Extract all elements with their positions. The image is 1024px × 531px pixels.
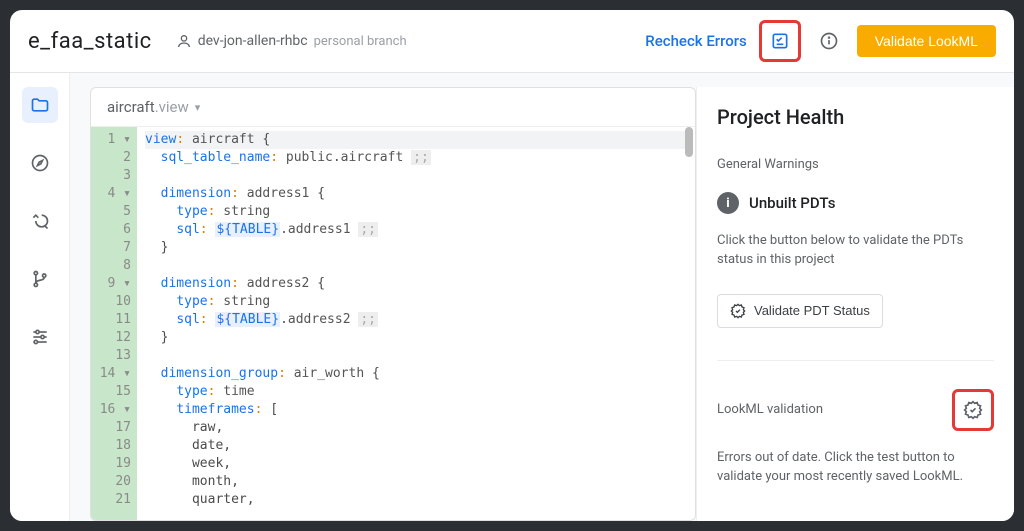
scrollbar-thumb[interactable] bbox=[685, 127, 693, 157]
lookml-validation-label: LookML validation bbox=[717, 402, 823, 417]
info-button[interactable] bbox=[813, 25, 845, 57]
branch-type: personal branch bbox=[314, 34, 407, 49]
validate-pdt-status-button[interactable]: Validate PDT Status bbox=[717, 294, 883, 328]
branch-selector[interactable]: dev-jon-allen-rhbc personal branch bbox=[176, 33, 407, 49]
highlight-box-lookml-test bbox=[952, 389, 994, 431]
chevron-down-icon: ▾ bbox=[195, 101, 201, 114]
file-name-suffix: .view bbox=[155, 98, 189, 116]
validate-pdt-label: Validate PDT Status bbox=[754, 303, 870, 318]
search-refresh-icon bbox=[30, 211, 50, 231]
sidebar-settings[interactable] bbox=[22, 319, 58, 355]
panel-title: Project Health bbox=[717, 105, 994, 129]
project-health-panel: Project Health General Warnings i Unbuil… bbox=[696, 87, 1014, 521]
sidebar-explore[interactable] bbox=[22, 145, 58, 181]
lookml-validation-desc: Errors out of date. Click the test butto… bbox=[717, 449, 994, 487]
check-badge-icon bbox=[963, 400, 983, 420]
header-bar: e_faa_static dev-jon-allen-rhbc personal… bbox=[10, 10, 1014, 73]
general-warnings-label: General Warnings bbox=[717, 157, 994, 172]
sliders-icon bbox=[30, 327, 50, 347]
code-editor[interactable]: 1 ▾2 3 4 ▾5 6 7 8 9 ▾10 11 12 13 14 ▾15 … bbox=[91, 127, 695, 520]
check-badge-icon bbox=[730, 303, 746, 319]
editor-card: aircraft.view ▾ 1 ▾2 3 4 ▾5 6 7 8 9 ▾10 … bbox=[90, 87, 696, 521]
file-name-prefix: aircraft bbox=[107, 98, 155, 116]
info-circle-icon: i bbox=[717, 192, 739, 214]
unbuilt-pdts-row: i Unbuilt PDTs bbox=[717, 192, 994, 214]
project-title: e_faa_static bbox=[28, 29, 152, 54]
git-branch-icon bbox=[30, 269, 50, 289]
validate-lookml-button[interactable]: Validate LookML bbox=[857, 25, 996, 57]
highlight-box-project-health bbox=[759, 20, 801, 62]
code-content[interactable]: view: aircraft { sql_table_name: public.… bbox=[137, 127, 695, 520]
sidebar-files[interactable] bbox=[22, 87, 58, 123]
project-health-button[interactable] bbox=[764, 25, 796, 57]
unbuilt-pdts-desc: Click the button below to validate the P… bbox=[717, 232, 994, 270]
recheck-errors-link[interactable]: Recheck Errors bbox=[645, 32, 746, 50]
person-icon bbox=[176, 33, 192, 49]
branch-name: dev-jon-allen-rhbc bbox=[198, 33, 308, 49]
folder-icon bbox=[30, 95, 50, 115]
sidebar-git[interactable] bbox=[22, 261, 58, 297]
sidebar-search[interactable] bbox=[22, 203, 58, 239]
unbuilt-pdts-title: Unbuilt PDTs bbox=[749, 194, 835, 212]
line-gutter: 1 ▾2 3 4 ▾5 6 7 8 9 ▾10 11 12 13 14 ▾15 … bbox=[91, 127, 137, 520]
lookml-test-button[interactable] bbox=[957, 394, 989, 426]
sidebar bbox=[10, 73, 70, 521]
checklist-icon bbox=[770, 31, 790, 51]
divider bbox=[717, 360, 994, 361]
file-tab[interactable]: aircraft.view ▾ bbox=[91, 88, 695, 127]
info-icon bbox=[819, 31, 839, 51]
compass-icon bbox=[30, 153, 50, 173]
